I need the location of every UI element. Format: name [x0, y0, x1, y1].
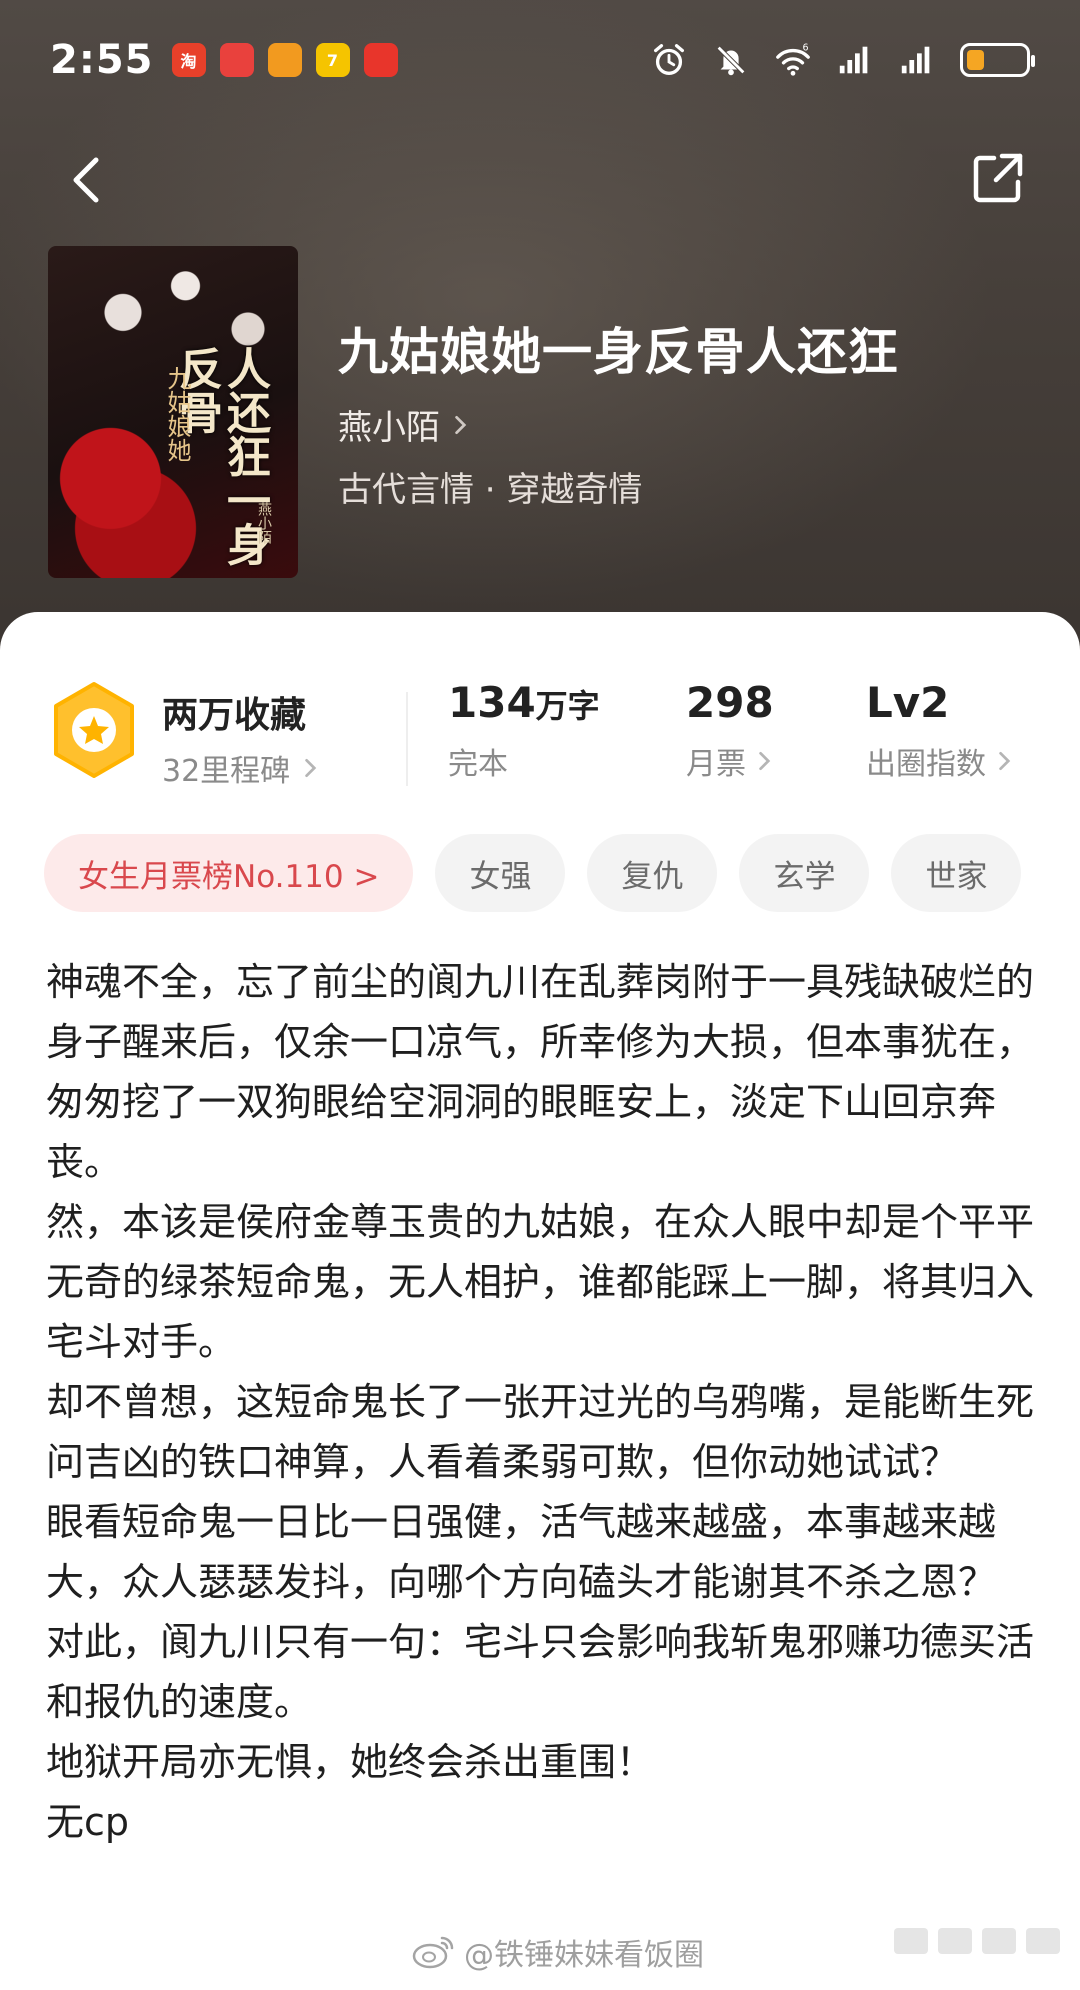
- tag-chip[interactable]: 世家: [891, 834, 1022, 912]
- description-paragraph: 却不曾想，这短命鬼长了一张开过光的乌鸦嘴，是能断生死问吉凶的铁口神算，人看着柔弱…: [46, 1380, 1035, 1484]
- book-title: 九姑娘她一身反骨人还狂: [338, 323, 899, 381]
- wifi-icon: 6: [776, 43, 810, 76]
- blur-block: [938, 1928, 972, 1954]
- popularity-label: 出圈指数: [866, 747, 986, 782]
- top-nav: [0, 140, 1080, 220]
- wifi-6-label: 6: [803, 43, 809, 54]
- status-time: 2:55: [50, 37, 154, 83]
- book-cover[interactable]: 人还狂一身反骨 九姑娘她 燕小陌: [48, 246, 298, 578]
- star-badge-icon[interactable]: [48, 680, 140, 780]
- blurred-watermark: [894, 1928, 1060, 1954]
- monthly-votes-value: 298: [686, 678, 774, 727]
- stats-divider: [406, 692, 408, 786]
- description-paragraph: 神魂不全，忘了前尘的阆九川在乱葬岗附于一具残缺破烂的身子醒来后，仅余一口凉气，所…: [46, 960, 1035, 1184]
- back-arrow-icon[interactable]: [58, 150, 118, 210]
- popularity-stat[interactable]: Lv2 出圈指数: [866, 678, 1016, 783]
- game-app-icon: [363, 43, 398, 77]
- weibo-icon: [412, 1936, 454, 1969]
- favorites-count: 两万收藏: [162, 695, 307, 736]
- description-paragraph: 对此，阆九川只有一句：宅斗只会影响我斩鬼邪赚功德买活和报仇的速度。: [46, 1620, 1035, 1724]
- word-count-value: 134: [448, 678, 536, 727]
- blur-block: [1026, 1928, 1060, 1954]
- red-app-icon: [219, 43, 254, 77]
- description-paragraph: 地狱开局亦无惧，她终会杀出重围！: [46, 1740, 655, 1784]
- book-genre: 古代言情 · 穿越奇情: [338, 470, 643, 510]
- orange-app-icon: [267, 43, 302, 77]
- watermark-text: @铁锤妹妹看饭圈: [464, 1938, 704, 1973]
- weibo-watermark: @铁锤妹妹看饭圈: [412, 1930, 704, 1974]
- taobao-app-icon: 淘: [171, 43, 206, 77]
- milestones-link[interactable]: 32里程碑: [162, 746, 322, 790]
- monthly-votes-label: 月票: [686, 747, 746, 782]
- book-header: 2:55 淘7 6 人还狂一身反骨 九姑娘她 燕小陌 九姑娘她一身反骨人还狂 燕…: [0, 0, 1080, 660]
- word-count-unit: 万字: [535, 687, 600, 725]
- battery-level: [967, 50, 984, 70]
- notification-app-icons: 淘7: [171, 43, 398, 77]
- chevron-right-icon: [455, 415, 467, 434]
- author-name: 燕小陌: [338, 408, 440, 448]
- signal-icon-sim2: [901, 46, 930, 74]
- monthly-votes-stat[interactable]: 298 月票: [686, 678, 776, 783]
- book-description: 神魂不全，忘了前尘的阆九川在乱葬岗附于一具残缺破烂的身子醒来后，仅余一口凉气，所…: [46, 952, 1046, 1852]
- stats-row: 两万收藏 32里程碑 134万字 完本 298 月票 Lv2 出圈指数: [0, 652, 1080, 789]
- description-paragraph: 眼看短命鬼一日比一日强健，活气越来越盛，本事越来越大，众人瑟瑟发抖，向哪个方向磕…: [46, 1500, 997, 1604]
- blur-block: [982, 1928, 1016, 1954]
- word-count-stat: 134万字 完本: [448, 678, 600, 783]
- popularity-level: Lv2: [866, 678, 950, 727]
- description-paragraph: 无cp: [46, 1800, 130, 1844]
- mute-bell-icon: [716, 45, 746, 76]
- milestones-label: 32里程碑: [162, 754, 291, 789]
- alarm-icon: [654, 44, 684, 75]
- status-indicators: 6: [650, 41, 1035, 79]
- chevron-right-icon: [999, 751, 1011, 771]
- completion-status: 完本: [448, 747, 508, 782]
- seven-app-icon: 7: [315, 43, 350, 77]
- blur-block: [894, 1928, 928, 1954]
- tag-chip[interactable]: 女强: [435, 834, 566, 912]
- book-detail-panel: 两万收藏 32里程碑 134万字 完本 298 月票 Lv2 出圈指数 女生月票…: [0, 612, 1080, 1990]
- tag-chip[interactable]: 玄学: [739, 834, 870, 912]
- cover-subtitle: 九姑娘她: [163, 366, 191, 462]
- battery-icon: [960, 43, 1035, 77]
- rank-tag[interactable]: 女生月票榜No.110 >: [44, 834, 414, 912]
- chevron-right-icon: [759, 751, 771, 771]
- chevron-right-icon: [305, 758, 317, 778]
- tag-chip[interactable]: 复仇: [587, 834, 718, 912]
- author-link[interactable]: 燕小陌: [338, 400, 472, 449]
- signal-icon-sim1: [839, 46, 868, 74]
- cover-author: 燕小陌: [256, 502, 272, 544]
- description-paragraph: 然，本该是侯府金尊玉贵的九姑娘，在众人眼中却是个平平无奇的绿茶短命鬼，无人相护，…: [46, 1200, 1035, 1364]
- status-bar: 2:55 淘7 6: [0, 0, 1080, 120]
- tag-list: 女生月票榜No.110 > 女强 复仇 玄学 世家: [44, 834, 1080, 914]
- share-icon[interactable]: [968, 148, 1028, 208]
